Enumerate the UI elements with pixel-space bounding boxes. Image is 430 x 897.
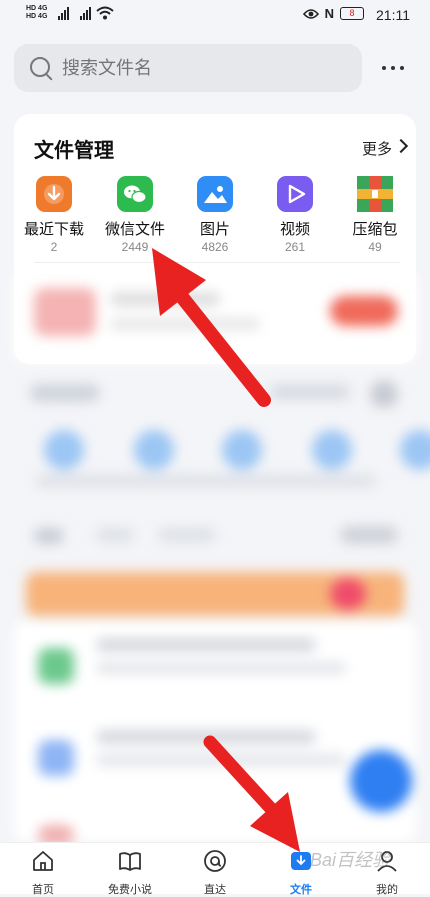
eye-icon <box>302 8 319 19</box>
status-icons: N 8 <box>302 6 364 21</box>
zip-icon <box>357 176 393 212</box>
video-icon <box>277 176 313 212</box>
category-archives[interactable]: 压缩包 49 <box>340 176 410 254</box>
tab-direct[interactable]: 直达 <box>180 849 250 897</box>
category-count: 2 <box>50 240 58 254</box>
network-indicator: HD 4G HD 4G <box>26 5 48 20</box>
watermark: Bai百经验 <box>310 850 391 870</box>
category-label: 压缩包 <box>352 221 398 238</box>
more-link[interactable]: 更多 <box>362 138 392 159</box>
signal-icon <box>58 6 72 20</box>
divider <box>34 262 400 263</box>
card-title: 文件管理 <box>34 140 114 162</box>
direct-icon <box>204 850 226 872</box>
chevron-right-icon[interactable] <box>393 138 409 154</box>
tab-label: 文件 <box>290 884 312 896</box>
home-icon <box>33 851 53 871</box>
category-images[interactable]: 图片 4826 <box>180 176 250 254</box>
category-count: 49 <box>368 240 382 254</box>
category-label: 视频 <box>279 221 310 238</box>
wifi-icon <box>96 6 114 20</box>
category-wechat-files[interactable]: 微信文件 2449 <box>100 176 170 254</box>
tab-label: 免费小说 <box>108 884 152 896</box>
category-label: 最近下载 <box>23 221 84 238</box>
search-input[interactable] <box>62 44 342 92</box>
tab-free-novels[interactable]: 免费小说 <box>95 849 165 897</box>
tab-label: 首页 <box>32 884 54 896</box>
image-icon <box>197 176 233 212</box>
battery-icon: 8 <box>340 7 364 20</box>
wechat-icon <box>117 176 153 212</box>
status-bar: HD 4G HD 4G N 8 21:11 <box>0 0 430 32</box>
blurred-content <box>0 270 430 845</box>
download-icon <box>36 176 72 212</box>
category-label: 微信文件 <box>104 221 165 238</box>
search-bar[interactable] <box>14 44 362 92</box>
clock: 21:11 <box>376 7 410 23</box>
book-icon <box>119 852 141 871</box>
category-count: 261 <box>284 240 306 254</box>
tab-label: 我的 <box>376 884 398 896</box>
nfc-icon: N <box>324 6 334 21</box>
search-icon <box>30 57 50 77</box>
tab-home[interactable]: 首页 <box>8 849 78 897</box>
category-videos[interactable]: 视频 261 <box>260 176 330 254</box>
category-count: 4826 <box>201 240 229 254</box>
category-recent-downloads[interactable]: 最近下载 2 <box>19 176 89 254</box>
signal-icon-2 <box>80 6 94 20</box>
category-label: 图片 <box>199 221 230 238</box>
category-count: 2449 <box>121 240 149 254</box>
tab-label: 直达 <box>204 884 226 896</box>
more-options-icon[interactable] <box>378 58 408 78</box>
